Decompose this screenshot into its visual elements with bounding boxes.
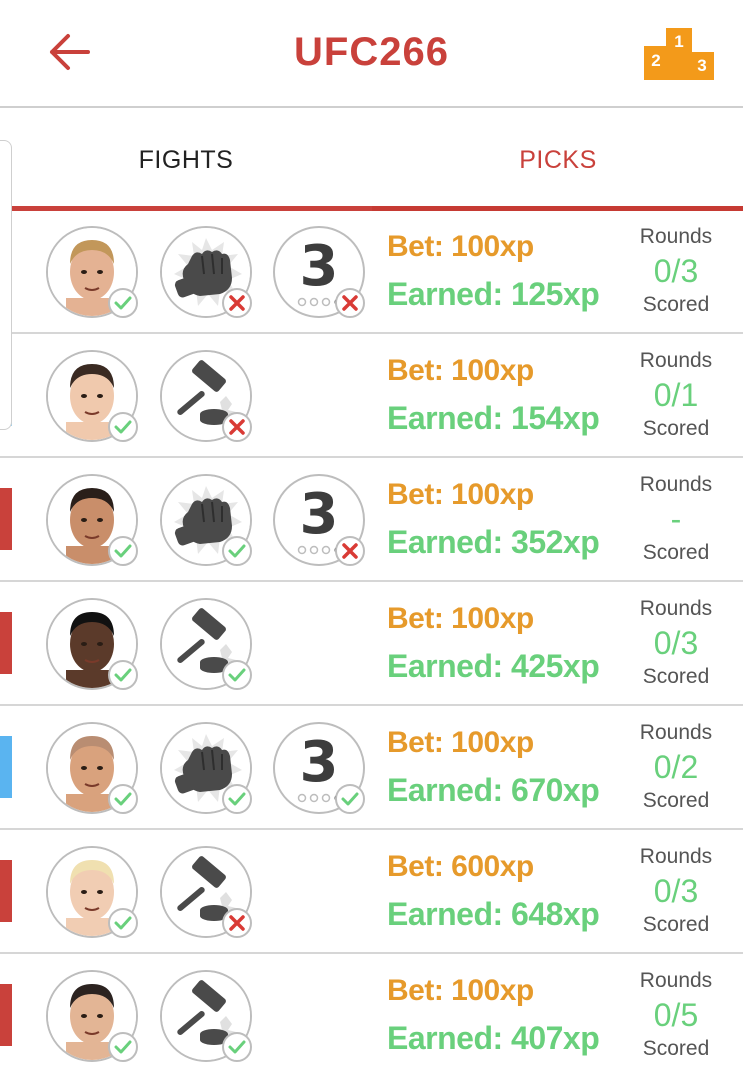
- scored-label: Scored: [642, 913, 710, 936]
- check-icon: [108, 288, 138, 318]
- cross-icon: [335, 288, 365, 318]
- pick-row[interactable]: Bet: 600xp Earned: 648xp Rounds 0/3 Scored: [0, 830, 743, 954]
- rounds-scored-value: 0/5: [653, 997, 699, 1033]
- earned-amount: Earned: 425xp: [387, 648, 600, 684]
- fight-side-indicator: [0, 612, 12, 674]
- cross-icon: [335, 536, 365, 566]
- tab-fights[interactable]: FIGHTS: [0, 110, 372, 210]
- check-icon: [222, 784, 252, 814]
- rounds-scored-value: 0/2: [653, 749, 699, 785]
- round-pick-icon: 3: [273, 226, 365, 318]
- pick-row[interactable]: 3 Bet: 100xp Earned: 125xp Rounds 0/3 Scored: [0, 210, 743, 334]
- rounds-label: Rounds: [639, 721, 713, 744]
- picks-list: 3 Bet: 100xp Earned: 125xp Rounds 0/3 Scored B…: [0, 210, 743, 1074]
- earned-amount: Earned: 125xp: [387, 276, 600, 312]
- podium-label-2: 2: [651, 51, 660, 70]
- gavel-icon: [160, 970, 252, 1062]
- fist-icon: [160, 722, 252, 814]
- fighter-avatar: [46, 350, 138, 442]
- check-icon: [222, 536, 252, 566]
- pick-row[interactable]: Bet: 100xp Earned: 154xp Rounds 0/1 Scored: [0, 334, 743, 458]
- check-icon: [108, 660, 138, 690]
- scored-label: Scored: [642, 789, 710, 812]
- scored-label: Scored: [642, 417, 710, 440]
- page-title: UFC266: [294, 30, 449, 74]
- rounds-label: Rounds: [639, 845, 713, 868]
- check-icon: [108, 1032, 138, 1062]
- scored-label: Scored: [642, 293, 710, 316]
- app-header: UFC266 1 2 3: [0, 0, 743, 108]
- rounds-scored-value: 0/3: [653, 253, 699, 289]
- rounds-scored: Rounds 0/3 Scored: [616, 844, 736, 938]
- rounds-scored-value: 0/3: [653, 873, 699, 909]
- fight-side-indicator: [0, 736, 12, 798]
- cross-icon: [222, 908, 252, 938]
- fighter-avatar: [46, 846, 138, 938]
- bet-amount: Bet: 100xp: [387, 354, 534, 387]
- pick-row[interactable]: Bet: 100xp Earned: 407xp Rounds 0/5 Scored: [0, 954, 743, 1074]
- fighter-avatar: [46, 970, 138, 1062]
- rounds-label: Rounds: [639, 597, 713, 620]
- tab-bar: FIGHTS PICKS: [0, 110, 743, 211]
- fist-icon: [160, 226, 252, 318]
- bet-amount: Bet: 100xp: [387, 726, 534, 759]
- check-icon: [108, 784, 138, 814]
- rounds-label: Rounds: [639, 225, 713, 248]
- drawer-handle[interactable]: [0, 140, 12, 430]
- bet-amount: Bet: 600xp: [387, 850, 534, 883]
- gavel-icon: [160, 350, 252, 442]
- check-icon: [222, 1032, 252, 1062]
- rounds-scored: Rounds 0/5 Scored: [616, 968, 736, 1062]
- earned-amount: Earned: 670xp: [387, 772, 600, 808]
- fight-side-indicator: [0, 488, 12, 550]
- round-pick-icon: 3: [273, 722, 365, 814]
- rounds-scored-value: -: [670, 501, 682, 537]
- fighter-avatar: [46, 722, 138, 814]
- check-icon: [108, 908, 138, 938]
- fighter-avatar: [46, 598, 138, 690]
- scored-label: Scored: [642, 665, 710, 688]
- rounds-label: Rounds: [639, 473, 713, 496]
- gavel-icon: [160, 846, 252, 938]
- rounds-scored: Rounds 0/2 Scored: [616, 720, 736, 814]
- bet-amount: Bet: 100xp: [387, 230, 534, 263]
- bet-amount: Bet: 100xp: [387, 602, 534, 635]
- rounds-scored-value: 0/3: [653, 625, 699, 661]
- pick-row[interactable]: 3 Bet: 100xp Earned: 352xp Rounds - Scored: [0, 458, 743, 582]
- pick-row[interactable]: Bet: 100xp Earned: 425xp Rounds 0/3 Scored: [0, 582, 743, 706]
- rounds-label: Rounds: [639, 349, 713, 372]
- check-icon: [108, 412, 138, 442]
- earned-amount: Earned: 154xp: [387, 400, 600, 436]
- rounds-scored: Rounds 0/3 Scored: [616, 596, 736, 690]
- round-pick-icon: 3: [273, 474, 365, 566]
- gavel-icon: [160, 598, 252, 690]
- check-icon: [108, 536, 138, 566]
- fighter-avatar: [46, 226, 138, 318]
- earned-amount: Earned: 407xp: [387, 1020, 600, 1056]
- rounds-scored: Rounds 0/3 Scored: [616, 224, 736, 318]
- leaderboard-podium-icon[interactable]: 1 2 3: [640, 28, 718, 80]
- podium-label-1: 1: [674, 32, 683, 51]
- check-icon: [222, 660, 252, 690]
- fight-side-indicator: [0, 860, 12, 922]
- cross-icon: [222, 412, 252, 442]
- scored-label: Scored: [642, 1037, 710, 1060]
- fight-side-indicator: [0, 984, 12, 1046]
- rounds-scored: Rounds 0/1 Scored: [616, 348, 736, 442]
- rounds-scored: Rounds - Scored: [616, 472, 736, 566]
- pick-row[interactable]: 3 Bet: 100xp Earned: 670xp Rounds 0/2 Scored: [0, 706, 743, 830]
- podium-label-3: 3: [697, 56, 706, 75]
- tab-picks[interactable]: PICKS: [372, 110, 743, 210]
- rounds-label: Rounds: [639, 969, 713, 992]
- bet-amount: Bet: 100xp: [387, 478, 534, 511]
- cross-icon: [222, 288, 252, 318]
- fist-icon: [160, 474, 252, 566]
- earned-amount: Earned: 352xp: [387, 524, 600, 560]
- bet-amount: Bet: 100xp: [387, 974, 534, 1007]
- earned-amount: Earned: 648xp: [387, 896, 600, 932]
- check-icon: [335, 784, 365, 814]
- fighter-avatar: [46, 474, 138, 566]
- rounds-scored-value: 0/1: [653, 377, 699, 413]
- scored-label: Scored: [642, 541, 710, 564]
